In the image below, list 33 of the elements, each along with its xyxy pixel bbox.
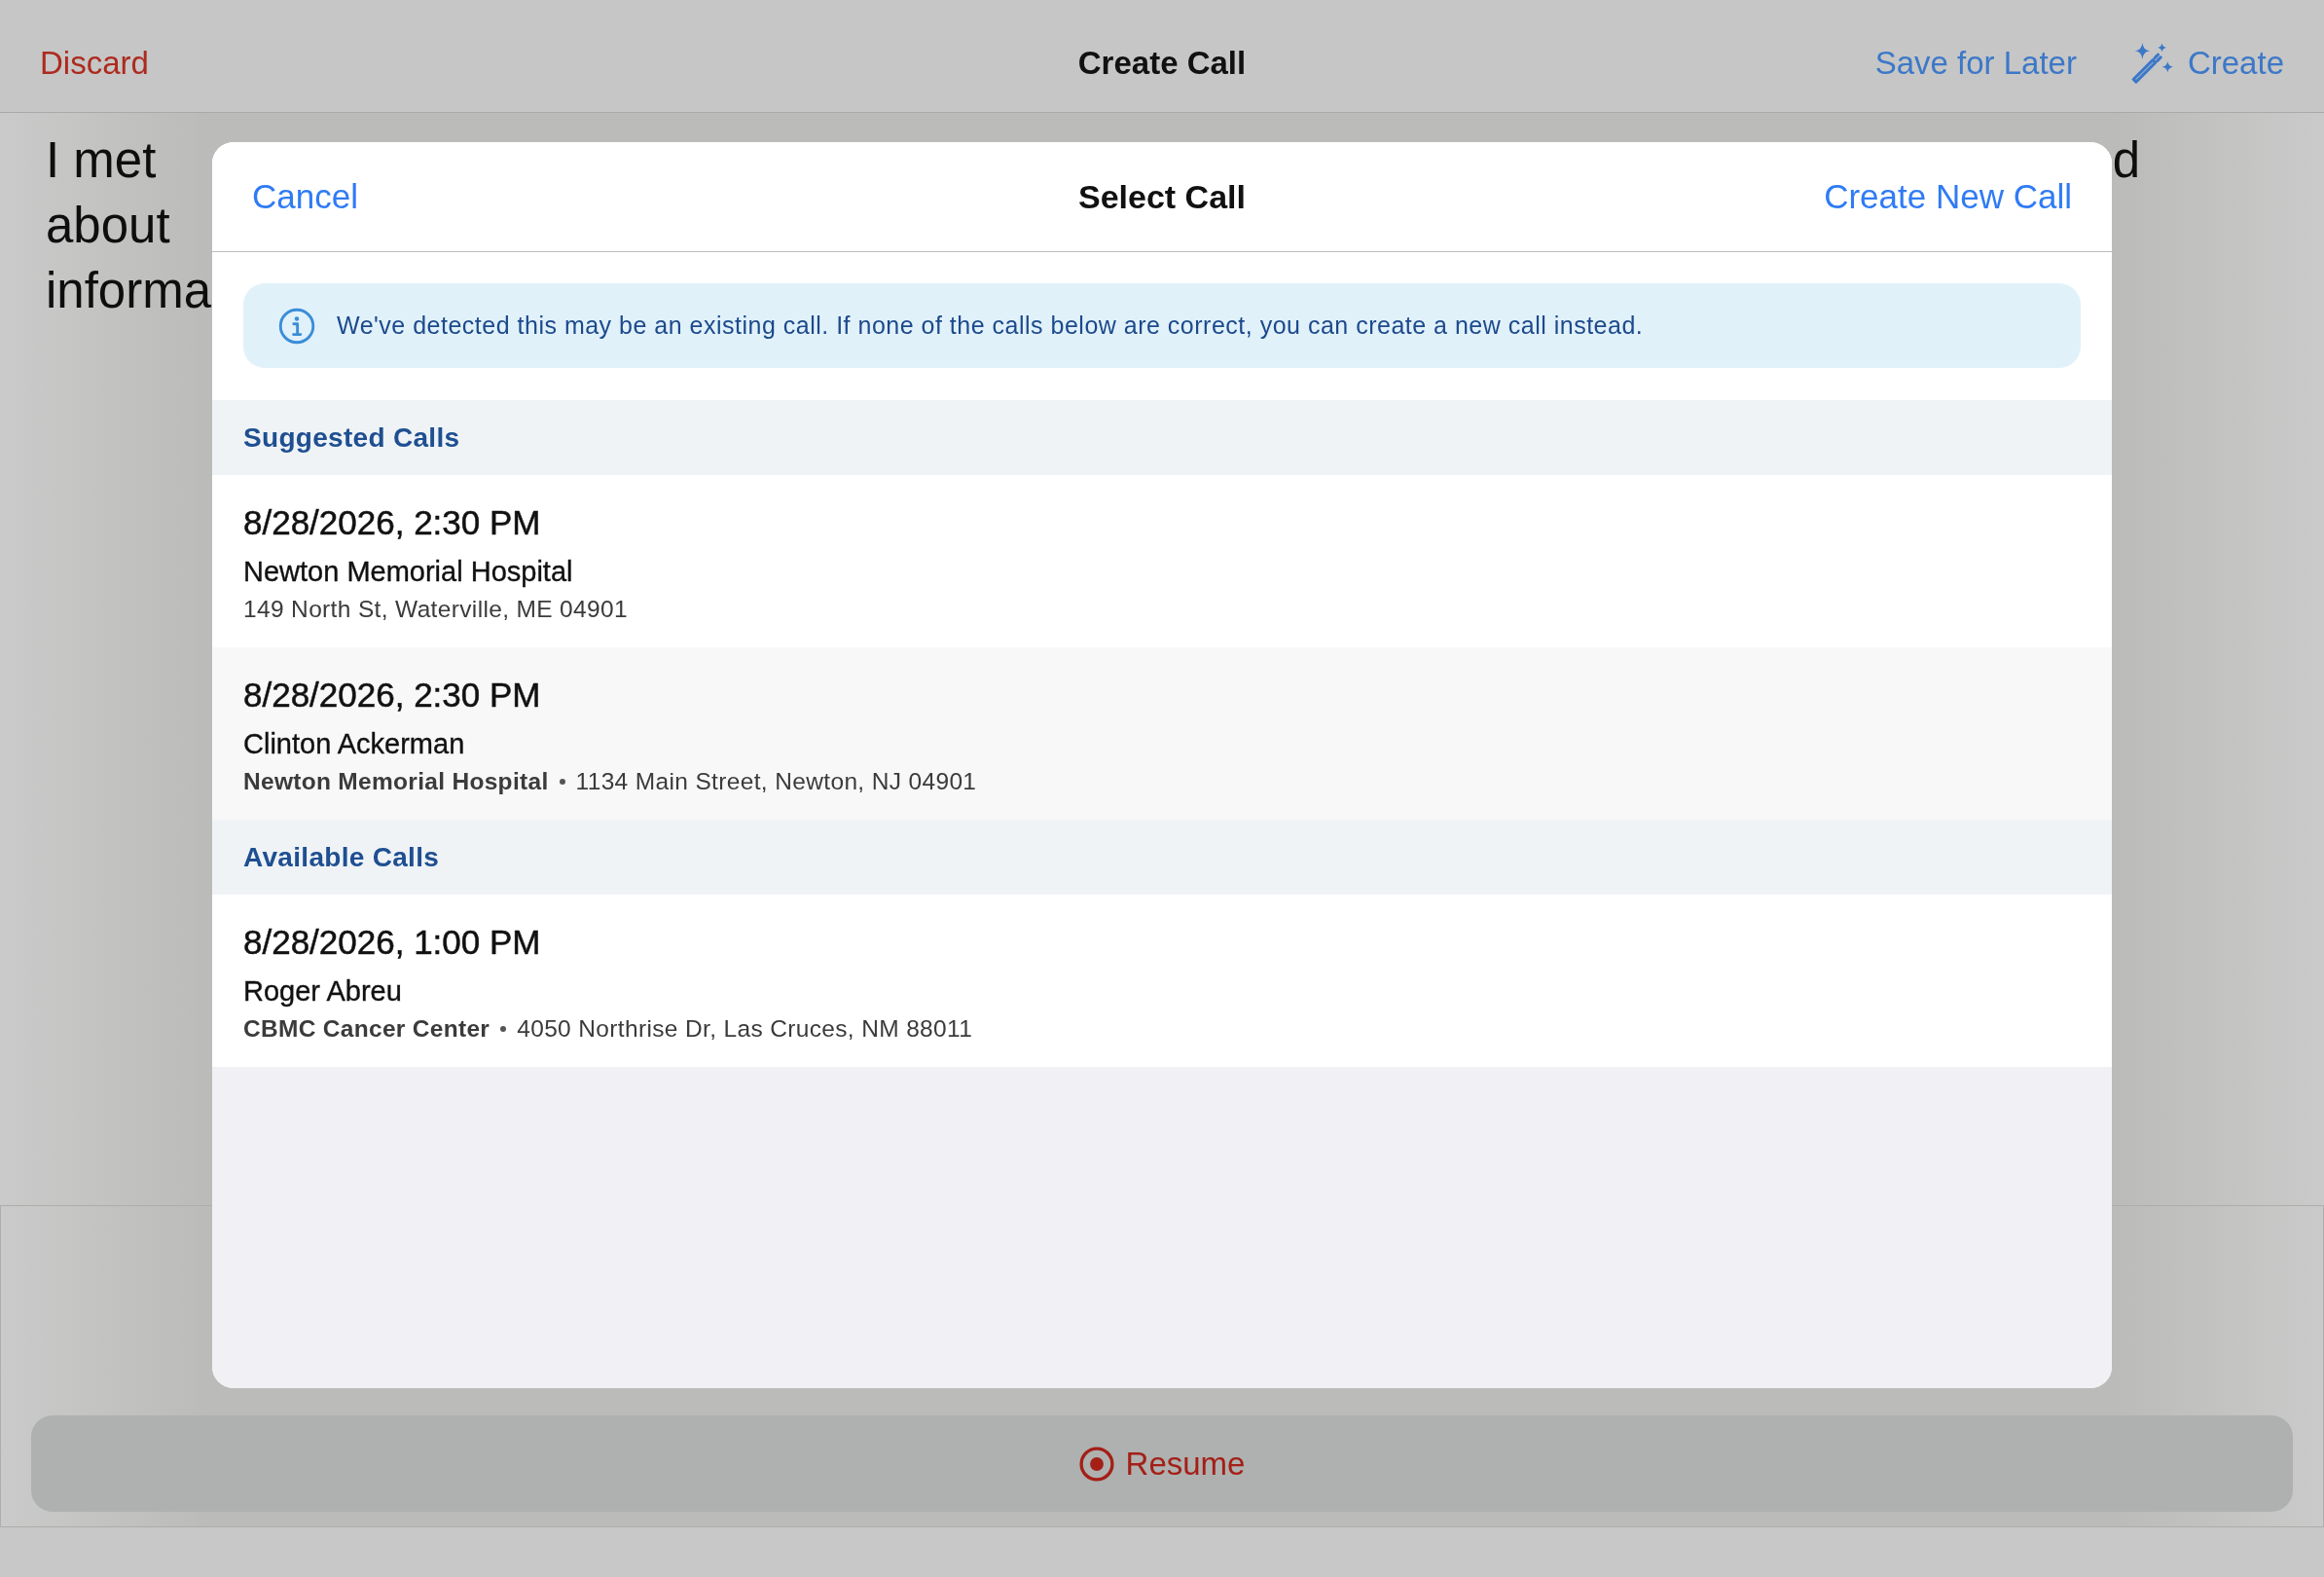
create-new-call-button[interactable]: Create New Call <box>1824 174 2072 219</box>
note-text: I met <box>46 130 157 190</box>
organization-name: CBMC Cancer Center <box>243 1014 490 1044</box>
discard-button[interactable]: Discard <box>40 41 149 85</box>
call-row[interactable]: 8/28/2026, 1:00 PM Roger Abreu CBMC Cancer Center 4050 Northrise Dr, Las Cruces, NM 88011 <box>212 895 2112 1067</box>
call-date: 8/28/2026, 2:30 PM <box>243 675 541 715</box>
record-icon <box>1078 1446 1114 1482</box>
call-date: 8/28/2026, 1:00 PM <box>243 922 541 963</box>
call-row[interactable]: 8/28/2026, 2:30 PM Clinton Ackerman Newton Memorial Hospital 1134 Main Street, Newton, NJ 04901 <box>212 647 2112 820</box>
call-date: 8/28/2026, 2:30 PM <box>243 502 541 543</box>
call-row[interactable]: 8/28/2026, 2:30 PM Newton Memorial Hospital 149 North St, Waterville, ME 04901 <box>212 475 2112 647</box>
organization-name: Newton Memorial Hospital <box>243 767 549 796</box>
call-address: 1134 Main Street, Newton, NJ 04901 <box>575 767 977 796</box>
banner-text: We've detected this may be an existing call. If none of the calls below are correct, you can create a new call instead. <box>337 312 1644 340</box>
note-text: about <box>46 196 170 255</box>
separator-dot-icon <box>500 1026 507 1032</box>
info-icon <box>278 307 315 345</box>
section-title: Suggested Calls <box>243 422 460 454</box>
note-text: informa <box>46 261 212 320</box>
call-name: Clinton Ackerman <box>243 727 465 761</box>
call-name: Roger Abreu <box>243 974 402 1009</box>
resume-button[interactable]: Resume <box>31 1415 2293 1512</box>
section-title: Available Calls <box>243 841 440 873</box>
call-name: Newton Memorial Hospital <box>243 555 573 589</box>
note-text: d <box>2112 130 2140 190</box>
save-for-later-button[interactable]: Save for Later <box>1874 41 2077 85</box>
screen-title: Create Call <box>1077 44 1247 82</box>
dialog-title: Select Call <box>1078 177 1246 216</box>
call-address: 4050 Northrise Dr, Las Cruces, NM 88011 <box>517 1014 973 1044</box>
create-button[interactable]: Create <box>2128 40 2284 86</box>
separator-dot-icon <box>559 779 565 785</box>
cancel-button[interactable]: Cancel <box>252 174 358 219</box>
call-address: 149 North St, Waterville, ME 04901 <box>243 595 628 624</box>
